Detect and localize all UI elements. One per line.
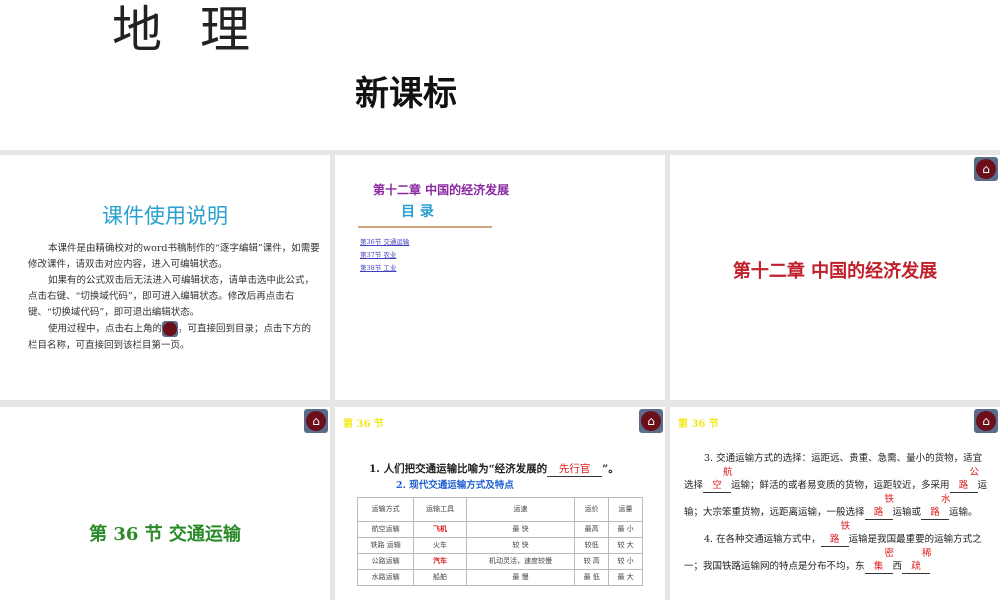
transport-table: 运输方式 运输工具 运速 运价 运量 航空运输 飞机最 快最高最 小 铁路 运输 火车较 快… xyxy=(356,497,643,586)
slide-instructions[interactable]: 课件使用说明 本课件是由精确校对的word书稿制作的“逐字编辑”课件，如需要修改… xyxy=(0,155,330,400)
section-title: 第 36 节 交通运输 xyxy=(89,524,241,545)
line: 使用过程中，点击右上角的 ⌂ ，可直接回到目录；点击下方的栏目名称，可直接回到该栏目… xyxy=(28,321,320,354)
header-cell: 运输工具 xyxy=(413,497,467,522)
divider xyxy=(358,226,492,228)
home-icon: ⌂ xyxy=(162,321,183,337)
line: 如果有的公式双击后无法进入可编辑状态，请单击选中此公式，点击右键、“切换域代码”… xyxy=(28,275,315,318)
answer: 先行官 xyxy=(547,463,603,477)
section-label: 第 36 节 xyxy=(678,419,719,430)
paragraph-3: 3. 交通运输方式的选择：运距远、贵重、急需、量小的货物，适宜选择航空 运输；鲜活… xyxy=(684,453,988,520)
home-button[interactable]: ⌂ xyxy=(639,409,663,433)
question-2: 2. 现代交通运输方式及特点 xyxy=(396,480,514,491)
table-row: 水路运输 船舶最 慢最 低最 大 xyxy=(356,569,643,586)
quote-end: ”。 xyxy=(602,463,619,475)
home-button[interactable]: ⌂ xyxy=(304,409,328,433)
paragraph-4: 4. 在各种交通运输方式中，铁路 运输是我国最重要的运输方式之一；我国铁路运输网的… xyxy=(684,521,982,574)
table-row: 航空运输 飞机最 快最高最 小 xyxy=(356,521,643,538)
title-slide[interactable]: 地理 新课标 xyxy=(0,0,1000,150)
section-label: 第 36 节 xyxy=(343,419,384,430)
slide-toc[interactable]: 第十二章 中国的经济发展 目 录 第36节 交通运输 第37节 农业 第38节 … xyxy=(335,155,665,400)
header-cell: 运速 xyxy=(465,497,576,522)
home-button[interactable]: ⌂ xyxy=(974,409,998,433)
chapter-title: 第十二章 中国的经济发展 xyxy=(732,261,938,282)
slide-transport-choice[interactable]: 第 36 节 ⌂ 3. 交通运输方式的选择：运距远、贵重、急需、量小的货物，适宜… xyxy=(670,407,1000,600)
toc-link[interactable]: 第38节 工业 xyxy=(360,262,409,275)
home-icon: ⌂ xyxy=(306,411,326,431)
slide-table[interactable]: 第 36 节 ⌂ 1. 人们把交通运输比喻为“经济发展的 先行官”。 2. 现代交… xyxy=(335,407,665,600)
instructions-title: 课件使用说明 xyxy=(102,204,228,228)
slide-chapter[interactable]: ⌂ 第十二章 中国的经济发展 xyxy=(670,155,1000,400)
subject-title: 地理 xyxy=(112,1,288,59)
home-button[interactable]: ⌂ xyxy=(974,157,998,181)
home-icon: ⌂ xyxy=(976,411,996,431)
question-1: 1. 人们把交通运输比喻为“经济发展的 xyxy=(369,463,548,475)
chapter-title: 第十二章 中国的经济发展 xyxy=(373,183,510,197)
header-cell: 运输方式 xyxy=(356,497,415,522)
table-row: 铁路 运输 火车较 快较低较 大 xyxy=(356,537,643,554)
line: 本课件是由精确校对的word书稿制作的“逐字编辑”课件，如需要修改课件，请双击对… xyxy=(28,243,320,270)
subtitle: 新课标 xyxy=(355,74,457,114)
toc-link[interactable]: 第37节 农业 xyxy=(360,249,409,262)
header-cell: 运价 xyxy=(574,497,610,522)
home-icon: ⌂ xyxy=(641,411,661,431)
home-icon: ⌂ xyxy=(976,159,996,179)
toc-link[interactable]: 第36节 交通运输 xyxy=(360,236,409,249)
table-row: 公路运输 汽车 机动灵活，速度较慢较 高较 小 xyxy=(356,553,643,570)
toc-title: 目 录 xyxy=(401,204,434,220)
slide-section[interactable]: ⌂ 第 36 节 交通运输 xyxy=(0,407,330,600)
header-cell: 运量 xyxy=(608,497,643,522)
